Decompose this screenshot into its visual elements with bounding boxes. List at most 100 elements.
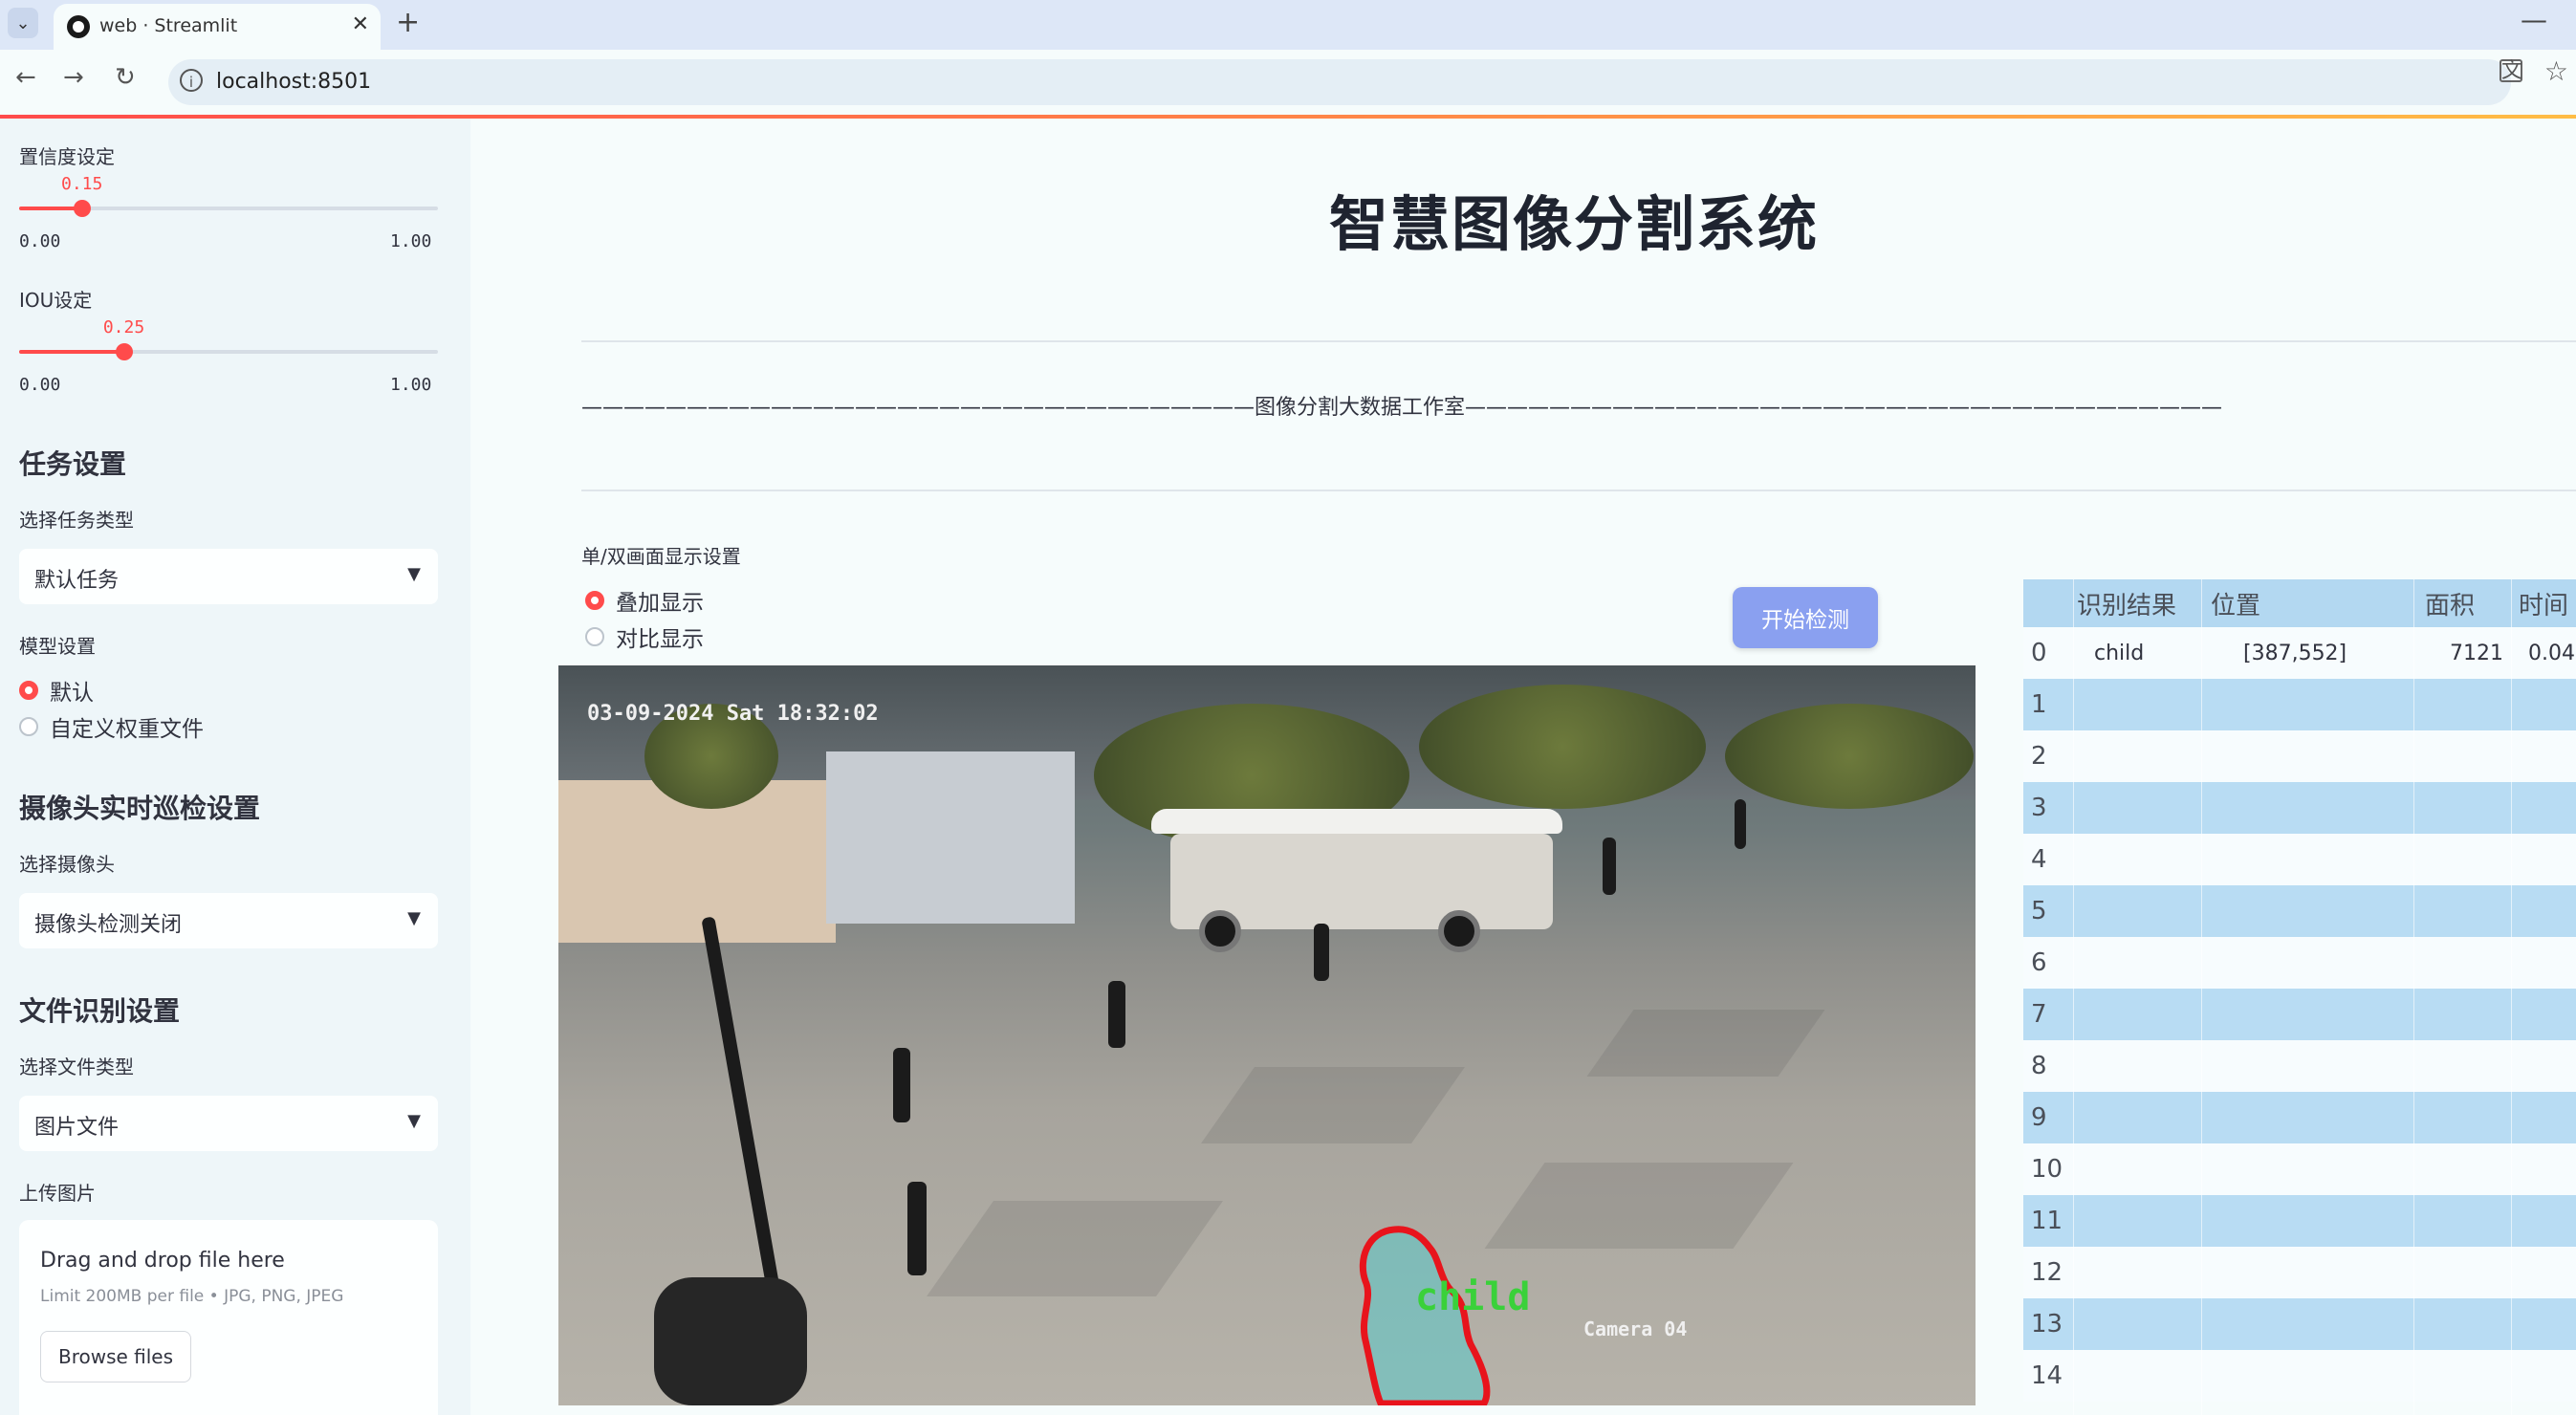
column-header[interactable]: 识别结果 bbox=[2077, 579, 2176, 627]
row-index: 4 bbox=[2031, 845, 2047, 874]
scene-bollard bbox=[1735, 799, 1746, 849]
scene-tree bbox=[1725, 704, 1974, 809]
new-tab-icon[interactable]: + bbox=[396, 6, 420, 39]
table-row[interactable]: 14 bbox=[2023, 1350, 2576, 1402]
detection-label: child bbox=[1415, 1275, 1531, 1319]
task-type-label: 选择任务类型 bbox=[19, 509, 134, 532]
cart-wheel bbox=[1438, 910, 1480, 952]
upload-label: 上传图片 bbox=[19, 1182, 96, 1205]
dropzone-title: Drag and drop file here bbox=[40, 1249, 285, 1273]
table-row[interactable]: 8 bbox=[2023, 1040, 2576, 1092]
row-index: 9 bbox=[2031, 1103, 2047, 1132]
camera-select[interactable]: 摄像头检测关闭 ▼ bbox=[19, 893, 438, 948]
scene-cafe-chairs bbox=[654, 1277, 807, 1405]
slider-fill bbox=[19, 207, 82, 210]
radio-selected-icon[interactable] bbox=[585, 591, 604, 610]
table-row[interactable]: 6 bbox=[2023, 937, 2576, 989]
row-index: 14 bbox=[2031, 1361, 2063, 1390]
row-index: 0 bbox=[2031, 639, 2047, 667]
row-index: 7 bbox=[2031, 1000, 2047, 1029]
confidence-label: 置信度设定 bbox=[19, 145, 115, 168]
column-divider bbox=[2511, 579, 2512, 1415]
slider-value: 0.25 bbox=[102, 317, 145, 337]
sidebar: 置信度设定 0.15 0.00 1.00 IOU设定 0.25 0.00 1.0… bbox=[0, 119, 470, 1415]
tab-search-dropdown-icon[interactable]: ⌄ bbox=[8, 8, 38, 38]
forward-icon[interactable]: → bbox=[63, 63, 84, 92]
divider bbox=[581, 490, 2576, 491]
table-row[interactable]: 4 bbox=[2023, 834, 2576, 885]
task-type-select[interactable]: 默认任务 ▼ bbox=[19, 549, 438, 604]
column-header[interactable]: 面积 bbox=[2425, 579, 2475, 627]
browser-tab-bar: ⌄ web · Streamlit ✕ + — bbox=[0, 0, 2576, 50]
model-option-custom[interactable]: 自定义权重文件 bbox=[19, 711, 204, 742]
row-index: 6 bbox=[2031, 948, 2047, 977]
row-index: 13 bbox=[2031, 1310, 2063, 1339]
start-detection-button[interactable]: 开始检测 bbox=[1733, 587, 1878, 648]
table-row[interactable]: 13 bbox=[2023, 1298, 2576, 1350]
scene-kiosk bbox=[826, 751, 1075, 924]
table-row[interactable]: 10 bbox=[2023, 1143, 2576, 1195]
model-option-default[interactable]: 默认 bbox=[19, 675, 94, 706]
chevron-down-icon: ▼ bbox=[407, 564, 421, 584]
cart-wheel bbox=[1199, 910, 1241, 952]
radio-unselected-icon[interactable] bbox=[585, 627, 604, 646]
table-row[interactable]: 2 bbox=[2023, 730, 2576, 782]
row-index: 1 bbox=[2031, 690, 2047, 719]
scene-tile bbox=[1586, 1010, 1825, 1077]
column-header[interactable]: 位置 bbox=[2211, 579, 2260, 627]
column-header[interactable]: 时间 bbox=[2519, 579, 2568, 627]
scene-bollard bbox=[1314, 924, 1329, 981]
display-option-compare[interactable]: 对比显示 bbox=[585, 621, 704, 652]
tab-close-icon[interactable]: ✕ bbox=[352, 12, 369, 36]
file-type-label: 选择文件类型 bbox=[19, 1056, 134, 1078]
table-row[interactable]: 0 child [387,552] 7121 0.04 bbox=[2023, 627, 2576, 679]
table-row[interactable]: 5 bbox=[2023, 885, 2576, 937]
table-row[interactable]: 12 bbox=[2023, 1247, 2576, 1298]
slider-thumb[interactable] bbox=[73, 200, 91, 217]
file-type-select[interactable]: 图片文件 ▼ bbox=[19, 1096, 438, 1151]
iou-slider[interactable]: 0.25 bbox=[19, 317, 438, 375]
camera-label: 选择摄像头 bbox=[19, 853, 115, 876]
display-option-overlay[interactable]: 叠加显示 bbox=[585, 585, 704, 616]
studio-banner: ————————————————————————————————图像分割大数据工… bbox=[581, 396, 2223, 420]
minimize-icon[interactable]: — bbox=[2521, 4, 2547, 35]
url-field[interactable]: i localhost:8501 bbox=[168, 59, 2511, 105]
cell-area: 7121 bbox=[2450, 641, 2503, 665]
browse-files-button[interactable]: Browse files bbox=[40, 1331, 191, 1382]
scene-tile bbox=[1484, 1163, 1794, 1249]
select-value: 图片文件 bbox=[34, 1116, 120, 1140]
radio-selected-icon[interactable] bbox=[19, 681, 38, 700]
task-section-heading: 任务设置 bbox=[19, 448, 127, 480]
camera-feed-image: 03-09-2024 Sat 18:32:02 child Camera 04 bbox=[558, 665, 1976, 1405]
row-index: 10 bbox=[2031, 1155, 2063, 1184]
site-info-icon[interactable]: i bbox=[180, 69, 203, 92]
bookmark-star-icon[interactable]: ☆ bbox=[2544, 55, 2568, 87]
translate-icon[interactable]: 文 bbox=[2500, 59, 2522, 82]
scene-shuttle-cart bbox=[1151, 809, 1562, 952]
radio-label: 自定义权重文件 bbox=[50, 717, 204, 742]
column-divider bbox=[2201, 579, 2202, 1415]
results-table[interactable]: 识别结果 位置 面积 时间 0 child [387,552] 7121 0.04 1 2 3… bbox=[2023, 579, 2576, 1415]
confidence-slider[interactable]: 0.15 bbox=[19, 174, 438, 231]
address-bar-row: ← → ↻ i localhost:8501 文 ☆ bbox=[0, 50, 2576, 115]
scene-tree bbox=[1419, 685, 1706, 809]
slider-thumb[interactable] bbox=[115, 343, 133, 360]
back-icon[interactable]: ← bbox=[15, 63, 36, 92]
cell-result: child bbox=[2094, 641, 2145, 665]
browser-tab[interactable]: web · Streamlit ✕ bbox=[54, 4, 381, 50]
camera-timestamp: 03-09-2024 Sat 18:32:02 bbox=[587, 702, 879, 726]
table-row[interactable]: 3 bbox=[2023, 782, 2576, 834]
radio-unselected-icon[interactable] bbox=[19, 717, 38, 736]
file-section-heading: 文件识别设置 bbox=[19, 995, 181, 1027]
reload-icon[interactable]: ↻ bbox=[115, 63, 136, 92]
slider-max: 1.00 bbox=[390, 375, 432, 395]
file-dropzone[interactable]: Drag and drop file here Limit 200MB per … bbox=[19, 1220, 438, 1415]
table-row[interactable]: 11 bbox=[2023, 1195, 2576, 1247]
divider bbox=[581, 340, 2576, 342]
table-row[interactable]: 7 bbox=[2023, 989, 2576, 1040]
scene-bollard bbox=[893, 1048, 910, 1122]
column-divider bbox=[2413, 579, 2414, 1415]
radio-label: 默认 bbox=[50, 681, 94, 706]
table-row[interactable]: 9 bbox=[2023, 1092, 2576, 1143]
table-row[interactable]: 1 bbox=[2023, 679, 2576, 730]
